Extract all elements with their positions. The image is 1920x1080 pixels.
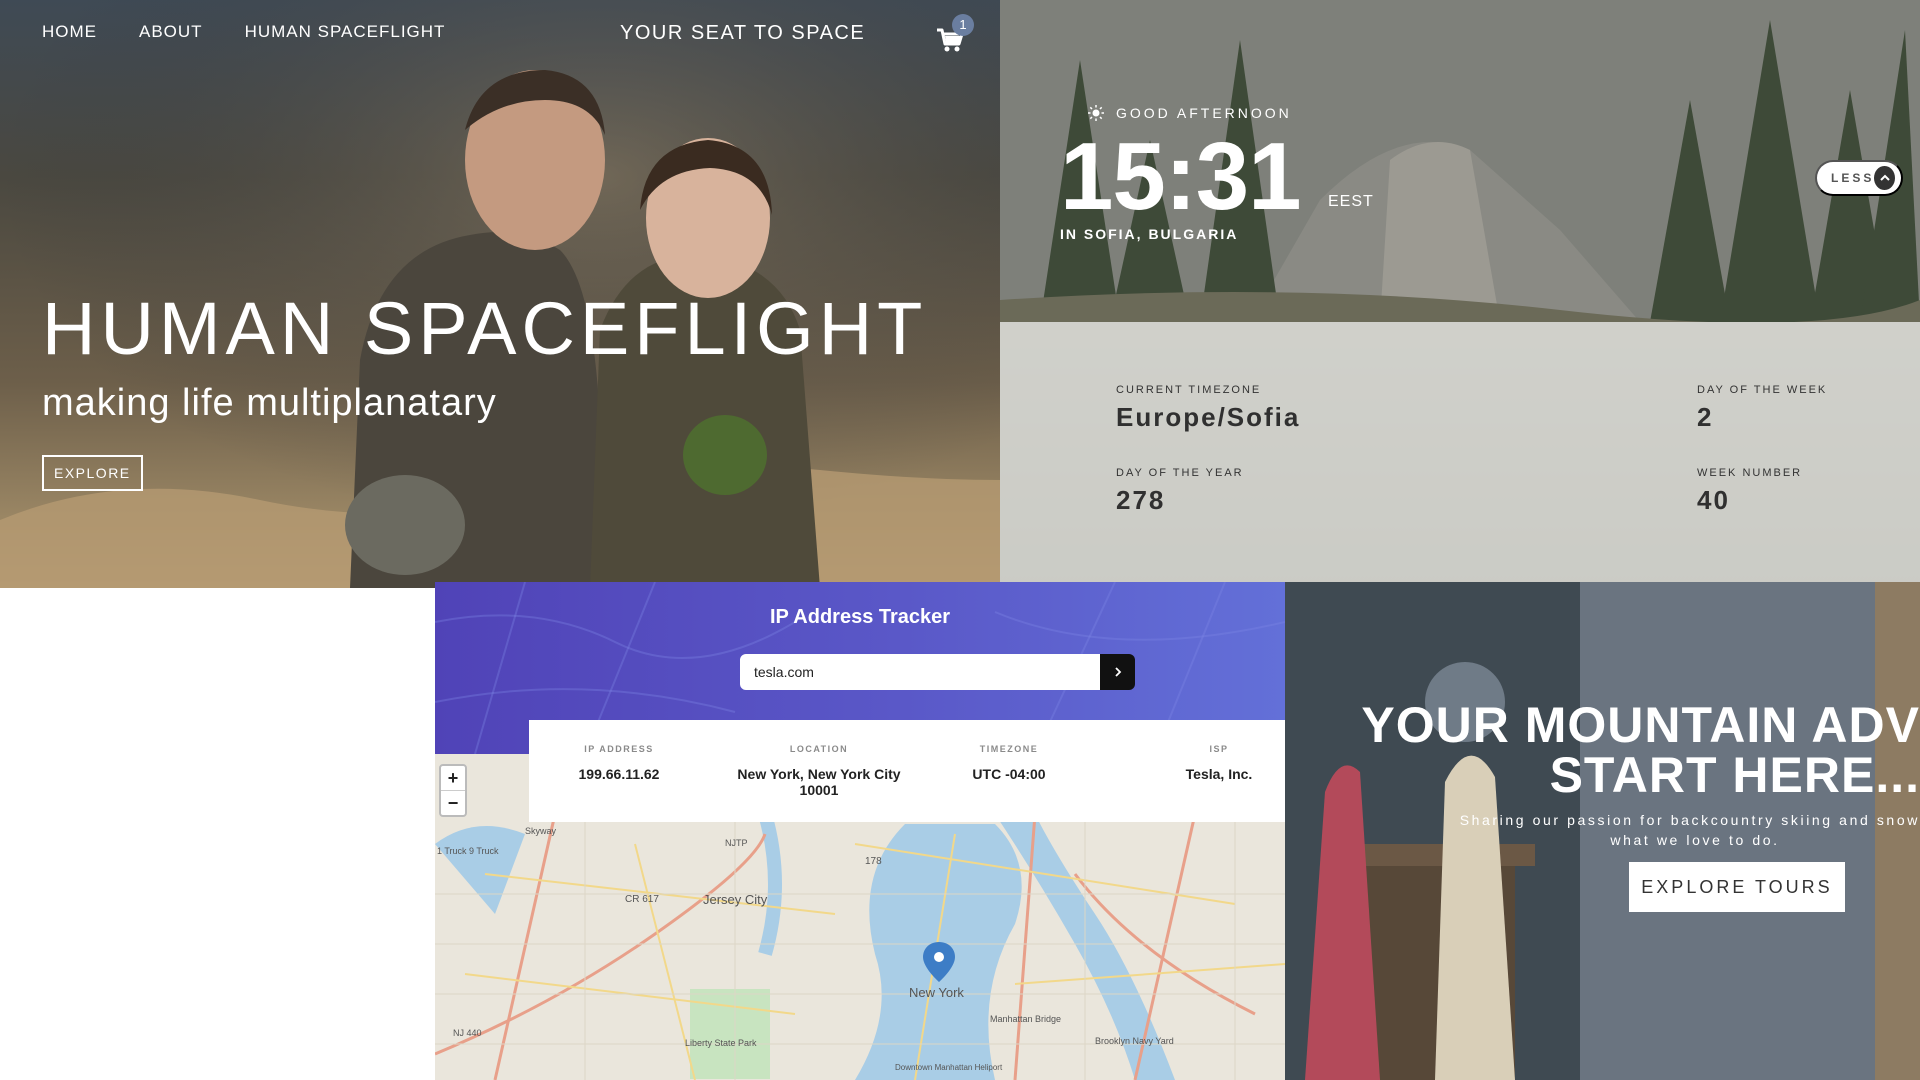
- nav-human-spaceflight-link[interactable]: HUMAN SPACEFLIGHT: [245, 22, 446, 42]
- timezone-result: TIMEZONE UTC -04:00: [939, 744, 1079, 782]
- chevron-up-icon: [1874, 166, 1895, 190]
- map-label-skyway: Skyway: [525, 826, 557, 836]
- map-label-downtown: Downtown Manhattan Heliport: [895, 1063, 1003, 1072]
- map-label-nj440: NJ 440: [453, 1028, 482, 1038]
- isp-result: ISP Tesla, Inc.: [1149, 744, 1285, 782]
- headline-line-1: YOUR MOUNTAIN ADV: [1361, 697, 1920, 753]
- chevron-right-icon: [1114, 667, 1121, 677]
- greeting-text: GOOD AFTERNOON: [1116, 105, 1292, 121]
- detail-value: 278: [1116, 485, 1166, 515]
- detail-value: 40: [1697, 485, 1730, 515]
- current-timezone-cell: CURRENT TIMEZONE Europe/Sofia: [1116, 384, 1300, 433]
- headline-line-2: START HERE...: [1549, 747, 1920, 803]
- explore-tours-button[interactable]: EXPLORE TOURS: [1629, 862, 1845, 912]
- map-label-new-york: New York: [909, 985, 964, 1000]
- ip-address-result: IP ADDRESS 199.66.11.62: [549, 744, 689, 782]
- tracker-title: IP Address Tracker: [769, 606, 951, 628]
- week-number-cell: WEEK NUMBER 40: [1697, 467, 1802, 516]
- map-label-liberty-park: Liberty State Park: [685, 1038, 757, 1048]
- location-result: LOCATION New York, New York City 10001: [729, 744, 909, 798]
- map-label-njtp: NJTP: [725, 838, 748, 848]
- hero-subheading: making life multiplanatary: [42, 382, 497, 424]
- detail-value: Europe/Sofia: [1116, 402, 1301, 432]
- zoom-in-button[interactable]: +: [441, 766, 465, 790]
- detail-value: 2: [1697, 402, 1714, 432]
- ip-search-input[interactable]: [740, 654, 1100, 690]
- ip-results-card: IP ADDRESS 199.66.11.62 LOCATION New Yor…: [529, 720, 1285, 822]
- location-text: IN SOFIA, BULGARIA: [1060, 226, 1239, 242]
- main-nav: HOME ABOUT HUMAN SPACEFLIGHT: [42, 22, 445, 42]
- zoom-out-button[interactable]: −: [441, 790, 465, 815]
- map-label-brooklyn: Brooklyn Navy Yard: [1095, 1036, 1174, 1046]
- brand-title: YOUR SEAT TO SPACE: [620, 22, 866, 44]
- day-of-year-cell: DAY OF THE YEAR 278: [1116, 467, 1244, 516]
- sun-icon: [1088, 105, 1104, 121]
- map-label-jersey-city: Jersey City: [703, 892, 768, 907]
- current-time: 15:31: [1060, 123, 1302, 230]
- map-label-cr617: CR 617: [625, 894, 659, 905]
- result-label: IP ADDRESS: [584, 744, 654, 754]
- result-value: UTC -04:00: [972, 766, 1046, 782]
- detail-label: DAY OF THE WEEK: [1697, 384, 1828, 396]
- day-of-week-cell: DAY OF THE WEEK 2: [1697, 384, 1827, 433]
- tagline-line-2: what we love to do.: [1610, 832, 1780, 848]
- zoom-controls: + −: [439, 764, 467, 817]
- mountain-tagline: Sharing our passion for backcountry skii…: [1395, 812, 1920, 848]
- hero-heading: HUMAN SPACEFLIGHT: [42, 287, 928, 370]
- result-label: ISP: [1209, 744, 1229, 754]
- map-label-manhattan-bridge: Manhattan Bridge: [990, 1014, 1061, 1024]
- search-submit-button[interactable]: [1100, 654, 1135, 690]
- result-value: Tesla, Inc.: [1185, 766, 1253, 782]
- cart-count-badge: 1: [952, 14, 974, 36]
- less-label: LESS: [1831, 171, 1875, 185]
- clock-panel: GOOD AFTERNOON 15:31 EEST IN SOFIA, BULG…: [1000, 0, 1920, 582]
- result-label: LOCATION: [789, 744, 849, 754]
- result-value: 199.66.11.62: [578, 766, 660, 782]
- tagline-line-1: Sharing our passion for backcountry skii…: [1459, 812, 1920, 828]
- greeting: GOOD AFTERNOON: [1088, 105, 1292, 121]
- result-label: TIMEZONE: [979, 744, 1039, 754]
- detail-label: WEEK NUMBER: [1697, 467, 1803, 479]
- nav-home-link[interactable]: HOME: [42, 22, 97, 42]
- explore-button[interactable]: EXPLORE: [42, 455, 143, 491]
- details-panel: CURRENT TIMEZONE Europe/Sofia DAY OF THE…: [1000, 322, 1920, 582]
- detail-label: CURRENT TIMEZONE: [1116, 384, 1262, 396]
- timezone-abbr: EEST: [1328, 193, 1374, 210]
- result-value: New York, New York City 10001: [737, 766, 901, 798]
- map-label-truck: 1 Truck 9 Truck: [437, 846, 499, 856]
- mountain-panel: YOUR MOUNTAIN ADV START HERE... Sharing …: [1285, 582, 1920, 1080]
- map-label-178: 178: [865, 856, 882, 867]
- less-toggle-button[interactable]: LESS: [1815, 160, 1903, 196]
- spaceflight-panel: HOME ABOUT HUMAN SPACEFLIGHT YOUR SEAT T…: [0, 0, 1000, 588]
- mountain-headline: YOUR MOUNTAIN ADV START HERE...: [1361, 700, 1920, 800]
- nav-about-link[interactable]: ABOUT: [139, 22, 203, 42]
- ip-tracker-panel: IP Address Tracker tesla.com Jersey City…: [435, 582, 1285, 1080]
- detail-label: DAY OF THE YEAR: [1116, 467, 1244, 479]
